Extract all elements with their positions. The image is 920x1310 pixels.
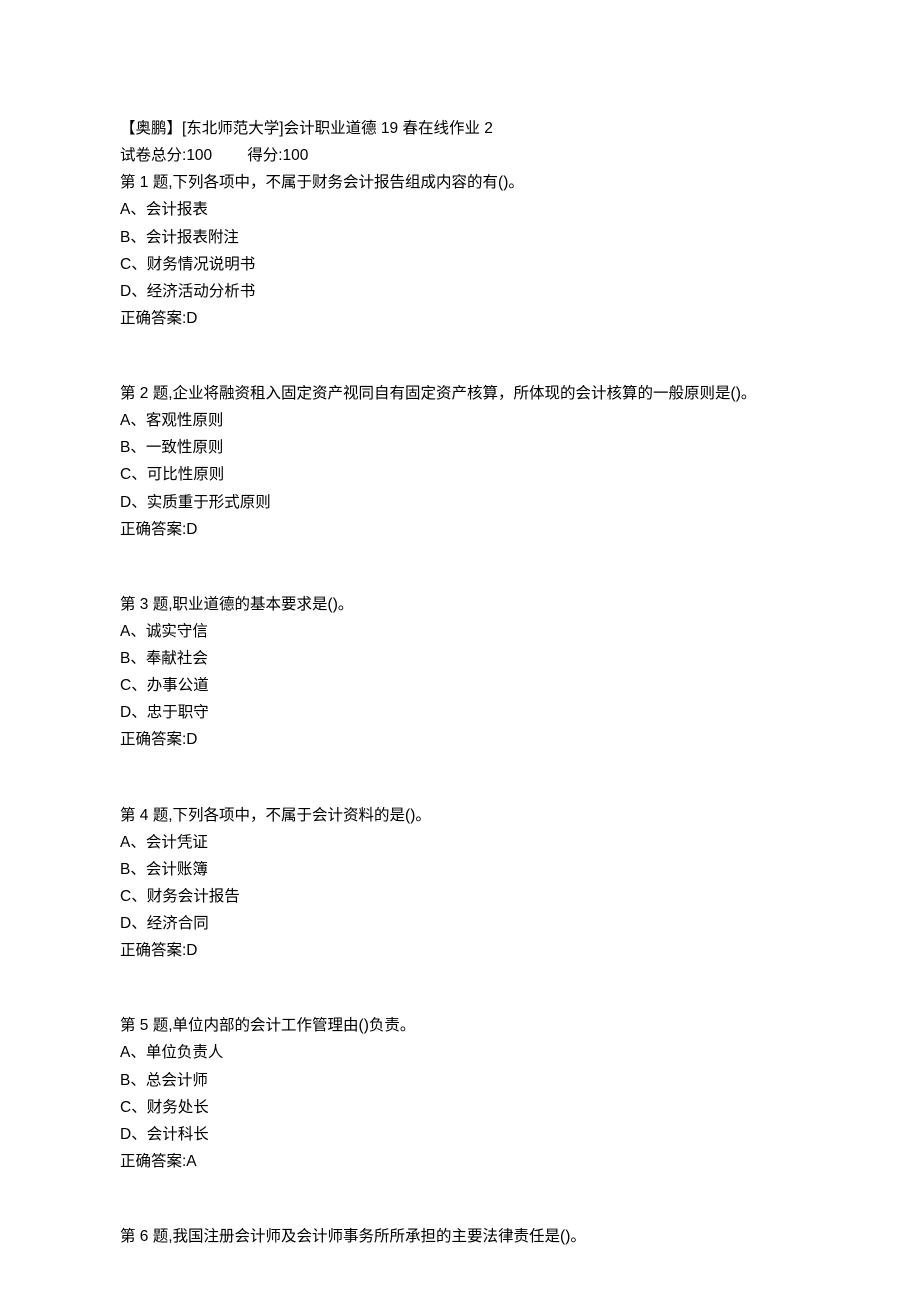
option-c: C、可比性原则 — [120, 461, 800, 488]
answer: 正确答案:D — [120, 726, 800, 753]
option-d: D、经济合同 — [120, 910, 800, 937]
option-a: A、单位负责人 — [120, 1039, 800, 1066]
question-stem: 第 5 题,单位内部的会计工作管理由()负责。 — [120, 1012, 800, 1039]
document-title: 【奥鹏】[东北师范大学]会计职业道德 19 春在线作业 2 — [120, 115, 800, 142]
option-d: D、经济活动分析书 — [120, 278, 800, 305]
question-block: 第 5 题,单位内部的会计工作管理由()负责。 A、单位负责人 B、总会计师 C… — [120, 1012, 800, 1175]
option-a: A、会计报表 — [120, 196, 800, 223]
option-b: B、一致性原则 — [120, 434, 800, 461]
question-block: 第 2 题,企业将融资租入固定资产视同自有固定资产核算，所体现的会计核算的一般原… — [120, 380, 800, 543]
question-stem: 第 3 题,职业道德的基本要求是()。 — [120, 591, 800, 618]
option-c: C、财务处长 — [120, 1094, 800, 1121]
option-a: A、诚实守信 — [120, 618, 800, 645]
answer: 正确答案:D — [120, 516, 800, 543]
option-a: A、会计凭证 — [120, 829, 800, 856]
question-stem: 第 4 题,下列各项中，不属于会计资料的是()。 — [120, 802, 800, 829]
option-b: B、奉献社会 — [120, 645, 800, 672]
option-b: B、会计报表附注 — [120, 224, 800, 251]
option-b: B、会计账簿 — [120, 856, 800, 883]
score-value: 100 — [283, 147, 309, 164]
score-label: 得分: — [247, 147, 282, 164]
option-a: A、客观性原则 — [120, 407, 800, 434]
option-d: D、会计科长 — [120, 1121, 800, 1148]
question-stem: 第 6 题,我国注册会计师及会计师事务所所承担的主要法律责任是()。 — [120, 1223, 800, 1250]
question-stem: 第 2 题,企业将融资租入固定资产视同自有固定资产核算，所体现的会计核算的一般原… — [120, 380, 800, 407]
question-stem: 第 1 题,下列各项中，不属于财务会计报告组成内容的有()。 — [120, 169, 800, 196]
option-b: B、总会计师 — [120, 1067, 800, 1094]
answer: 正确答案:D — [120, 937, 800, 964]
option-c: C、办事公道 — [120, 672, 800, 699]
total-score-value: 100 — [186, 147, 212, 164]
question-block: 第 1 题,下列各项中，不属于财务会计报告组成内容的有()。 A、会计报表 B、… — [120, 169, 800, 332]
score-line: 试卷总分:100得分:100 — [120, 142, 800, 169]
option-c: C、财务情况说明书 — [120, 251, 800, 278]
option-c: C、财务会计报告 — [120, 883, 800, 910]
option-d: D、忠于职守 — [120, 699, 800, 726]
question-block: 第 3 题,职业道德的基本要求是()。 A、诚实守信 B、奉献社会 C、办事公道… — [120, 591, 800, 754]
option-d: D、实质重于形式原则 — [120, 489, 800, 516]
question-block: 第 6 题,我国注册会计师及会计师事务所所承担的主要法律责任是()。 — [120, 1223, 800, 1250]
total-score-label: 试卷总分: — [120, 147, 186, 164]
question-block: 第 4 题,下列各项中，不属于会计资料的是()。 A、会计凭证 B、会计账簿 C… — [120, 802, 800, 965]
answer: 正确答案:D — [120, 305, 800, 332]
answer: 正确答案:A — [120, 1148, 800, 1175]
